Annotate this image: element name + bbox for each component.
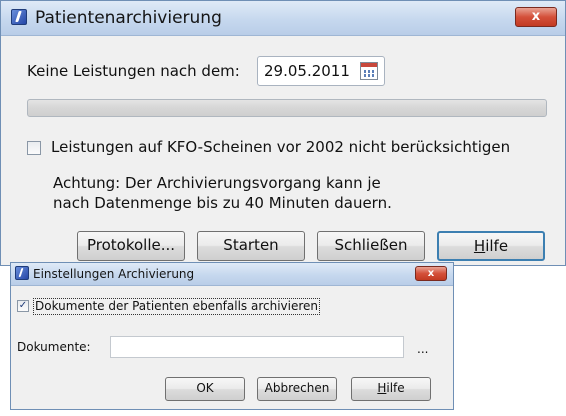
dokumente-input[interactable] bbox=[110, 336, 404, 358]
protokolle-button[interactable]: Protokolle... bbox=[77, 231, 185, 261]
window-title: Patientenarchivierung bbox=[35, 8, 222, 28]
close-button[interactable]: x bbox=[515, 7, 557, 27]
dokumente-checkbox[interactable]: ✓ bbox=[17, 300, 29, 312]
starten-button[interactable]: Starten bbox=[197, 231, 305, 261]
progress-bar bbox=[27, 99, 547, 117]
date-label: Keine Leistungen nach dem: bbox=[27, 62, 240, 80]
hilfe-button[interactable]: Hilfe bbox=[437, 231, 545, 261]
window-content: Keine Leistungen nach dem: 29.05.2011 Le… bbox=[1, 36, 565, 265]
dialog-title-bar[interactable]: Einstellungen Archivierung x bbox=[11, 263, 453, 286]
dialog-hilfe-button[interactable]: Hilfe bbox=[351, 377, 431, 401]
schliessen-button[interactable]: Schließen bbox=[317, 231, 425, 261]
dialog-app-icon bbox=[15, 266, 29, 280]
warning-line-2: nach Datenmenge bis zu 40 Minuten dauern… bbox=[53, 194, 392, 212]
browse-button[interactable]: ... bbox=[417, 342, 428, 357]
abbrechen-button[interactable]: Abbrechen bbox=[257, 377, 337, 401]
app-icon bbox=[11, 9, 27, 25]
warning-line-1: Achtung: Der Archivierungsvorgang kann j… bbox=[53, 174, 381, 192]
dokumente-checkbox-label[interactable]: Dokumente der Patienten ebenfalls archiv… bbox=[33, 298, 321, 315]
einstellungen-archivierung-dialog: Einstellungen Archivierung x ✓ Dokumente… bbox=[10, 262, 454, 410]
date-value: 29.05.2011 bbox=[264, 62, 350, 80]
dialog-hilfe-label: ilfe bbox=[386, 381, 405, 395]
kfo-checkbox-label[interactable]: Leistungen auf KFO-Scheinen vor 2002 nic… bbox=[51, 138, 510, 156]
dialog-content: ✓ Dokumente der Patienten ebenfalls arch… bbox=[11, 286, 453, 409]
dialog-close-button[interactable]: x bbox=[415, 266, 447, 281]
dialog-title: Einstellungen Archivierung bbox=[33, 267, 195, 281]
kfo-checkbox[interactable] bbox=[27, 141, 41, 155]
hilfe-label: ilfe bbox=[485, 237, 509, 255]
dokumente-label: Dokumente: bbox=[17, 340, 91, 354]
title-bar[interactable]: Patientenarchivierung x bbox=[1, 1, 565, 36]
ok-button[interactable]: OK bbox=[165, 377, 245, 401]
hilfe-access-key: H bbox=[473, 237, 486, 255]
calendar-icon[interactable] bbox=[360, 62, 378, 80]
date-input[interactable]: 29.05.2011 bbox=[257, 56, 385, 86]
patientenarchivierung-window: Patientenarchivierung x Keine Leistungen… bbox=[0, 0, 566, 266]
